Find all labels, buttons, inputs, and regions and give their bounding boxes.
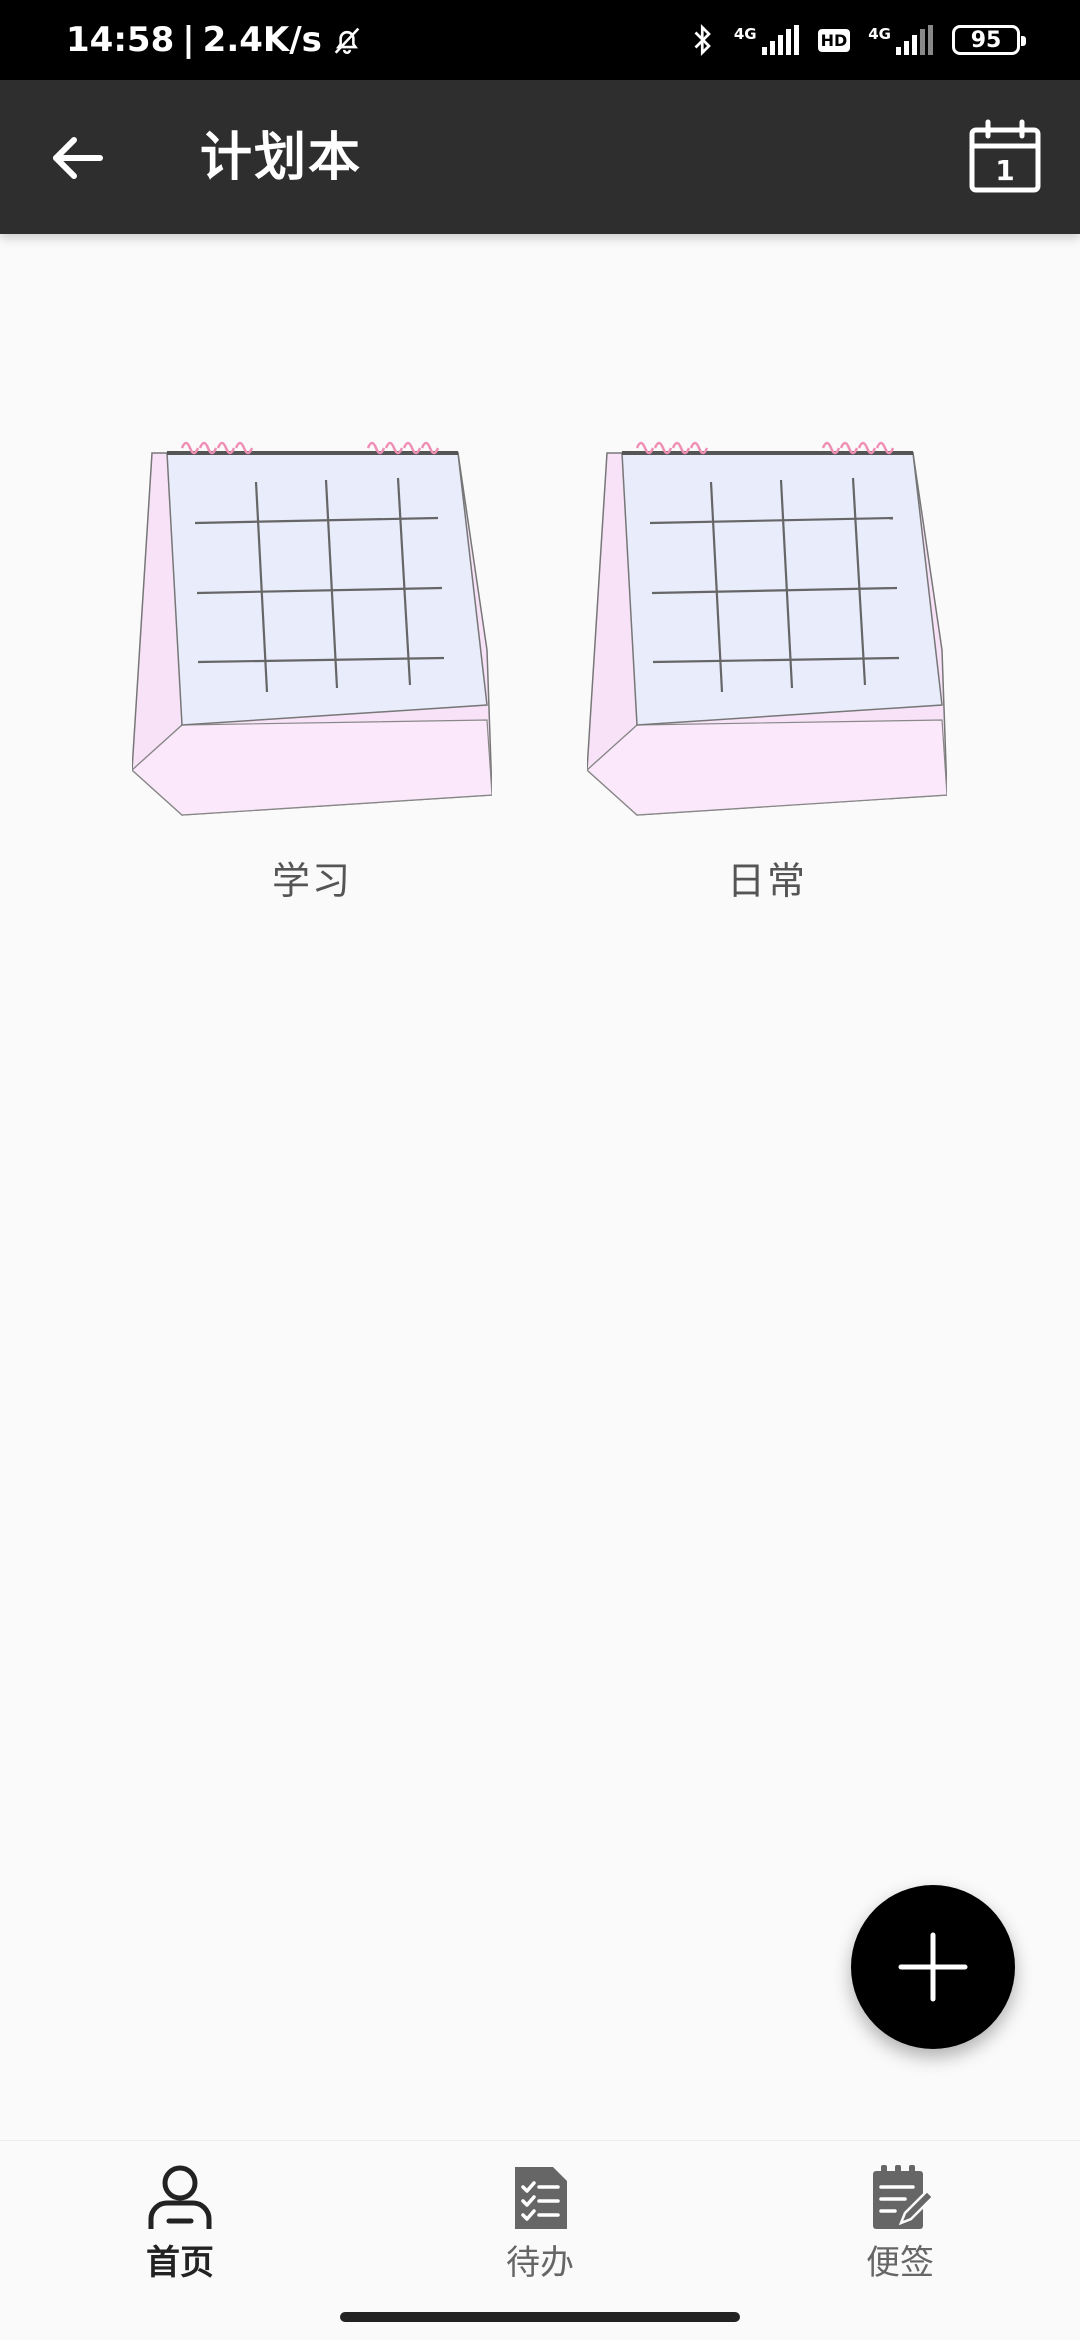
battery-level: 95: [970, 27, 1002, 53]
nav-label-todo: 待办: [506, 2243, 574, 2283]
status-bar: 14:58 | 2.4K/s 4G HD 4G 95: [0, 0, 1080, 80]
planner-label-daily: 日常: [726, 859, 807, 903]
calendar-icon: 1: [969, 119, 1041, 193]
status-speed: 2.4K/s: [202, 20, 322, 60]
signal-2: 4G: [868, 25, 934, 55]
add-planner-button[interactable]: [851, 1885, 1015, 2049]
hd-badge: HD: [817, 28, 851, 52]
planner-label-study: 学习: [271, 859, 352, 903]
page-title: 计划本: [200, 128, 363, 188]
nav-item-notes[interactable]: 便签: [800, 2163, 1000, 2293]
signal-1: 4G: [734, 25, 800, 55]
plus-icon: [898, 1932, 968, 2002]
checklist-icon: [515, 2167, 567, 2229]
network-type-1: 4G: [733, 25, 757, 43]
status-right: 4G HD 4G 95: [690, 22, 1026, 58]
nav-label-notes: 便签: [866, 2243, 934, 2283]
person-icon: [148, 2165, 212, 2229]
planner-study[interactable]: 学习: [132, 430, 492, 930]
signal-bars-icon: [896, 25, 933, 55]
home-indicator[interactable]: [340, 2312, 740, 2322]
note-edit-icon: [873, 2165, 935, 2229]
nav-item-home[interactable]: 首页: [80, 2163, 280, 2293]
app-bar: 计划本 1: [0, 80, 1080, 234]
status-left: 14:58 | 2.4K/s: [66, 20, 364, 60]
bluetooth-icon: [694, 23, 711, 57]
calendar-button[interactable]: 1: [966, 118, 1044, 196]
status-time: 14:58: [66, 20, 175, 60]
calendar-day: 1: [995, 154, 1014, 187]
desk-calendar-icon: [587, 441, 947, 816]
network-type-2: 4G: [868, 25, 891, 43]
nav-label-home: 首页: [146, 2243, 214, 2283]
status-separator: |: [182, 20, 195, 60]
planner-daily[interactable]: 日常: [587, 430, 947, 930]
bell-muted-icon: [334, 27, 360, 54]
battery-icon: 95: [952, 25, 1026, 55]
back-button[interactable]: [42, 122, 114, 194]
nav-item-todo[interactable]: 待办: [440, 2163, 640, 2293]
desk-calendar-icon: [132, 441, 492, 816]
bottom-nav: 首页 待办 便签: [0, 2140, 1080, 2301]
signal-bars-icon: [761, 25, 799, 55]
arrow-left-icon: [53, 137, 103, 179]
